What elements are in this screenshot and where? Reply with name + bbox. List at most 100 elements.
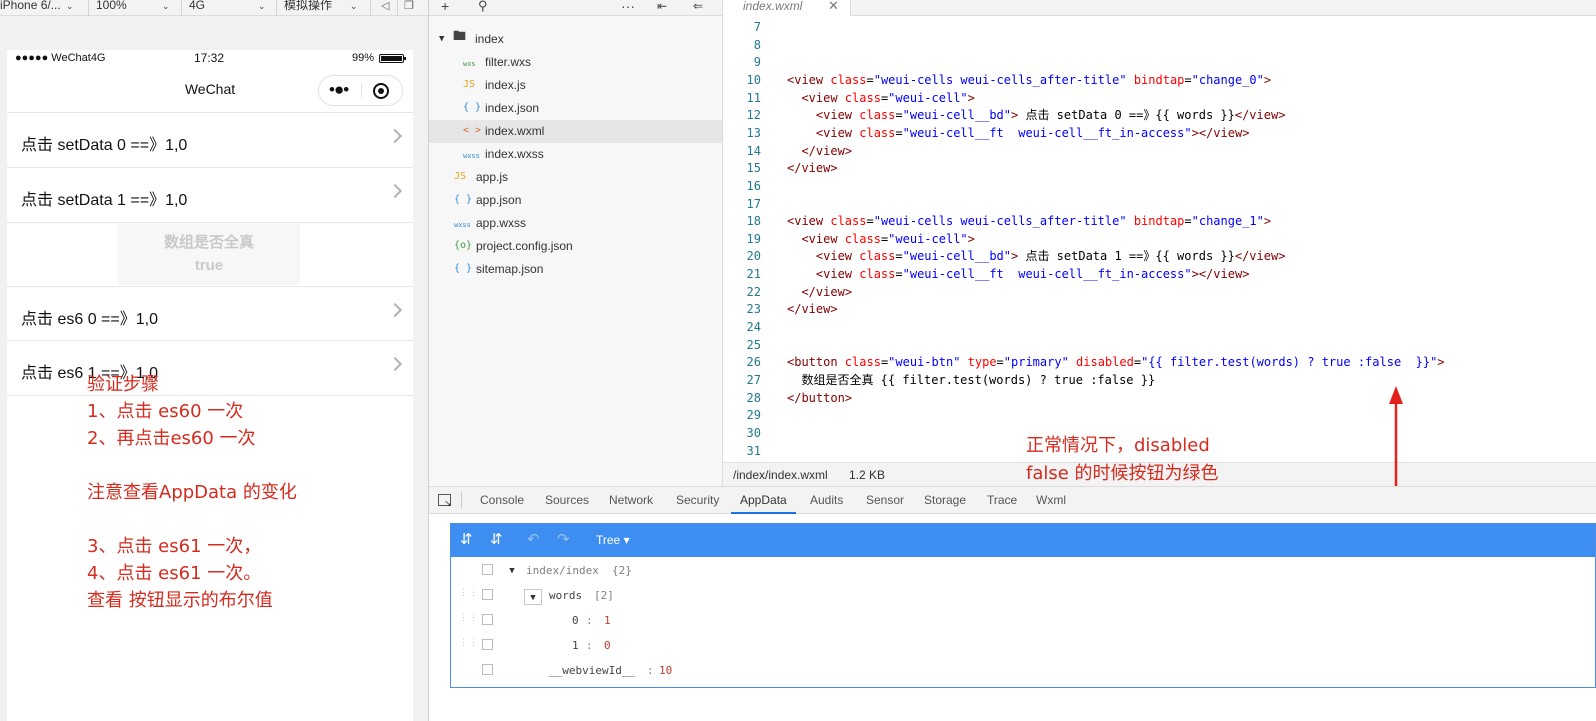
checkbox[interactable] (482, 664, 493, 675)
es6-0-cell[interactable]: 点击 es6 0 ==》1,0 (7, 286, 413, 341)
chevron-down-icon: ▼ (439, 34, 445, 44)
row-key: 0 (572, 614, 579, 627)
chevron-right-icon (387, 183, 403, 199)
line-number: 17 (746, 196, 761, 211)
file-item[interactable]: { } app.json (429, 189, 722, 212)
line-source: <view class="weui-cells weui-cells_after… (787, 72, 1272, 87)
line-source: <view class="weui-cell__bd"> 点击 setData … (815, 249, 1286, 264)
row-value: [2] (594, 589, 614, 602)
line-number: 24 (746, 320, 761, 335)
tab-sources[interactable]: Sources (545, 487, 589, 514)
collapse-all-icon[interactable]: ⇵ (490, 531, 503, 549)
view-mode-select[interactable]: Tree ▾ (596, 533, 630, 547)
setdata-1-cell[interactable]: 点击 setData 1 ==》1,0 (7, 168, 413, 223)
window-icon[interactable]: ❐ (404, 0, 414, 12)
setdata-0-cell[interactable]: 点击 setData 0 ==》1,0 (7, 113, 413, 168)
row-key: words (549, 589, 583, 602)
file-item[interactable]: {o} project.config.json (429, 235, 722, 258)
code-line: 8 (723, 36, 1596, 54)
collapse-all-icon[interactable]: ⇤ (657, 0, 667, 14)
file-name: app.js (476, 170, 509, 184)
file-item[interactable]: wxs filter.wxs (429, 51, 722, 74)
row-value[interactable]: 10 (659, 658, 672, 683)
more-icon[interactable]: ··· (621, 0, 635, 14)
file-item[interactable]: < > index.wxml (429, 120, 722, 143)
chevron-right-icon (387, 356, 403, 372)
tree-row[interactable]: ▼ index/index {2} (451, 558, 1595, 583)
line-source: </view> (801, 284, 853, 299)
navigation-bar: WeChat •●• (7, 70, 413, 113)
code-line: 20 <view class="weui-cell__bd"> 点击 setDa… (723, 247, 1596, 265)
file-item[interactable]: JS index.js (429, 74, 722, 97)
close-target-icon[interactable] (373, 83, 389, 99)
tree-row[interactable]: ⋮⋮ ▼ words [2] (451, 583, 1595, 608)
drag-handle-icon[interactable]: ⋮⋮ (459, 589, 478, 601)
line-number: 8 (753, 37, 761, 52)
operation-select-value: 模拟操作 (284, 0, 333, 12)
row-key: 1 (572, 639, 579, 652)
file-item[interactable]: wxss app.wxss (429, 212, 722, 235)
chevron-down-icon[interactable]: ▼ (503, 564, 521, 578)
tab-storage[interactable]: Storage (924, 487, 966, 514)
close-icon[interactable]: ✕ (828, 0, 839, 14)
tab-trace[interactable]: Trace (987, 487, 1017, 514)
zoom-select[interactable]: 100% ⌄ (96, 0, 176, 16)
view-mode-label: Tree (596, 533, 621, 547)
inspect-element-icon[interactable]: ↘ (438, 494, 452, 508)
split-icon[interactable]: ⇐ (693, 0, 703, 14)
checkbox[interactable] (482, 614, 493, 625)
toolbar-divider (276, 0, 277, 16)
checkbox[interactable] (482, 564, 493, 575)
chevron-down-icon[interactable]: ▼ (524, 589, 542, 605)
file-name: project.config.json (476, 239, 573, 253)
status-bar: ●●●●● WeChat4G 17:32 99% (7, 50, 413, 70)
tab-security[interactable]: Security (676, 487, 719, 514)
file-item[interactable]: { } index.json (429, 97, 722, 120)
drag-handle-icon[interactable]: ⋮⋮ (459, 639, 478, 651)
checkbox[interactable] (482, 589, 493, 600)
code-editor[interactable]: 7 8 9 10 <view class="weui-cells weui-cells_… (723, 16, 1596, 462)
tab-audits[interactable]: Audits (810, 487, 843, 514)
search-icon[interactable]: ⚲ (478, 0, 488, 14)
file-name: sitemap.json (476, 262, 544, 276)
tab-index-wxml[interactable]: index.wxml ✕ (723, 0, 851, 16)
capsule-divider (361, 84, 362, 98)
line-number: 10 (746, 72, 761, 87)
tab-sensor[interactable]: Sensor (866, 487, 904, 514)
line-number: 18 (746, 214, 761, 229)
operation-select[interactable]: 模拟操作 ⌄ (284, 0, 364, 16)
undo-icon[interactable]: ↶ (527, 531, 540, 549)
device-select[interactable]: iPhone 6/... ⌄ (0, 0, 86, 16)
drag-handle-icon[interactable]: ⋮⋮ (459, 614, 478, 626)
tab-appdata[interactable]: AppData (731, 487, 796, 514)
tree-row[interactable]: ⋮⋮ 1 : 0 (451, 633, 1595, 658)
tree-row[interactable]: ⋮⋮ 0 : 1 (451, 608, 1595, 633)
code-line: 12 <view class="weui-cell__bd"> 点击 setDa… (723, 106, 1596, 124)
more-icon[interactable]: •●• (329, 81, 349, 98)
appdata-panel: ⇵ ⇵ ↶ ↷ Tree ▾ ▼ index/index {2} ⋮⋮ ▼ wo… (450, 523, 1596, 688)
tab-network[interactable]: Network (609, 487, 653, 514)
checkbox[interactable] (482, 639, 493, 650)
simulator-toolbar: iPhone 6/... ⌄ 100% ⌄ 4G ⌄ 模拟操作 ⌄ ◁ ❐ (0, 0, 428, 16)
speaker-icon[interactable]: ◁ (381, 0, 389, 12)
tree-row[interactable]: __webviewId__ : 10 (451, 658, 1595, 683)
line-number: 21 (746, 267, 761, 282)
expand-all-icon[interactable]: ⇵ (460, 531, 473, 549)
all-true-button[interactable]: 数组是否全真 true (118, 224, 300, 285)
folder-index[interactable]: ▼ 🖿 index (429, 28, 722, 51)
network-select[interactable]: 4G ⌄ (189, 0, 271, 16)
add-icon[interactable]: + (441, 0, 449, 14)
chevron-down-icon: ⌄ (66, 1, 74, 11)
tab-wxml[interactable]: Wxml (1036, 487, 1066, 514)
folder-icon: 🖿 (453, 29, 467, 44)
code-line: 27 数组是否全真 {{ filter.test(words) ? true :… (723, 371, 1596, 389)
tab-console[interactable]: Console (480, 487, 524, 514)
file-item[interactable]: wxss index.wxss (429, 143, 722, 166)
file-item[interactable]: JS app.js (429, 166, 722, 189)
redo-icon[interactable]: ↷ (557, 531, 570, 549)
chevron-right-icon (387, 302, 403, 318)
file-item[interactable]: { } sitemap.json (429, 258, 722, 281)
line-source: <view class="weui-cell__bd"> 点击 setData … (815, 108, 1286, 123)
row-value[interactable]: 0 (604, 633, 611, 658)
row-value[interactable]: 1 (604, 608, 611, 633)
